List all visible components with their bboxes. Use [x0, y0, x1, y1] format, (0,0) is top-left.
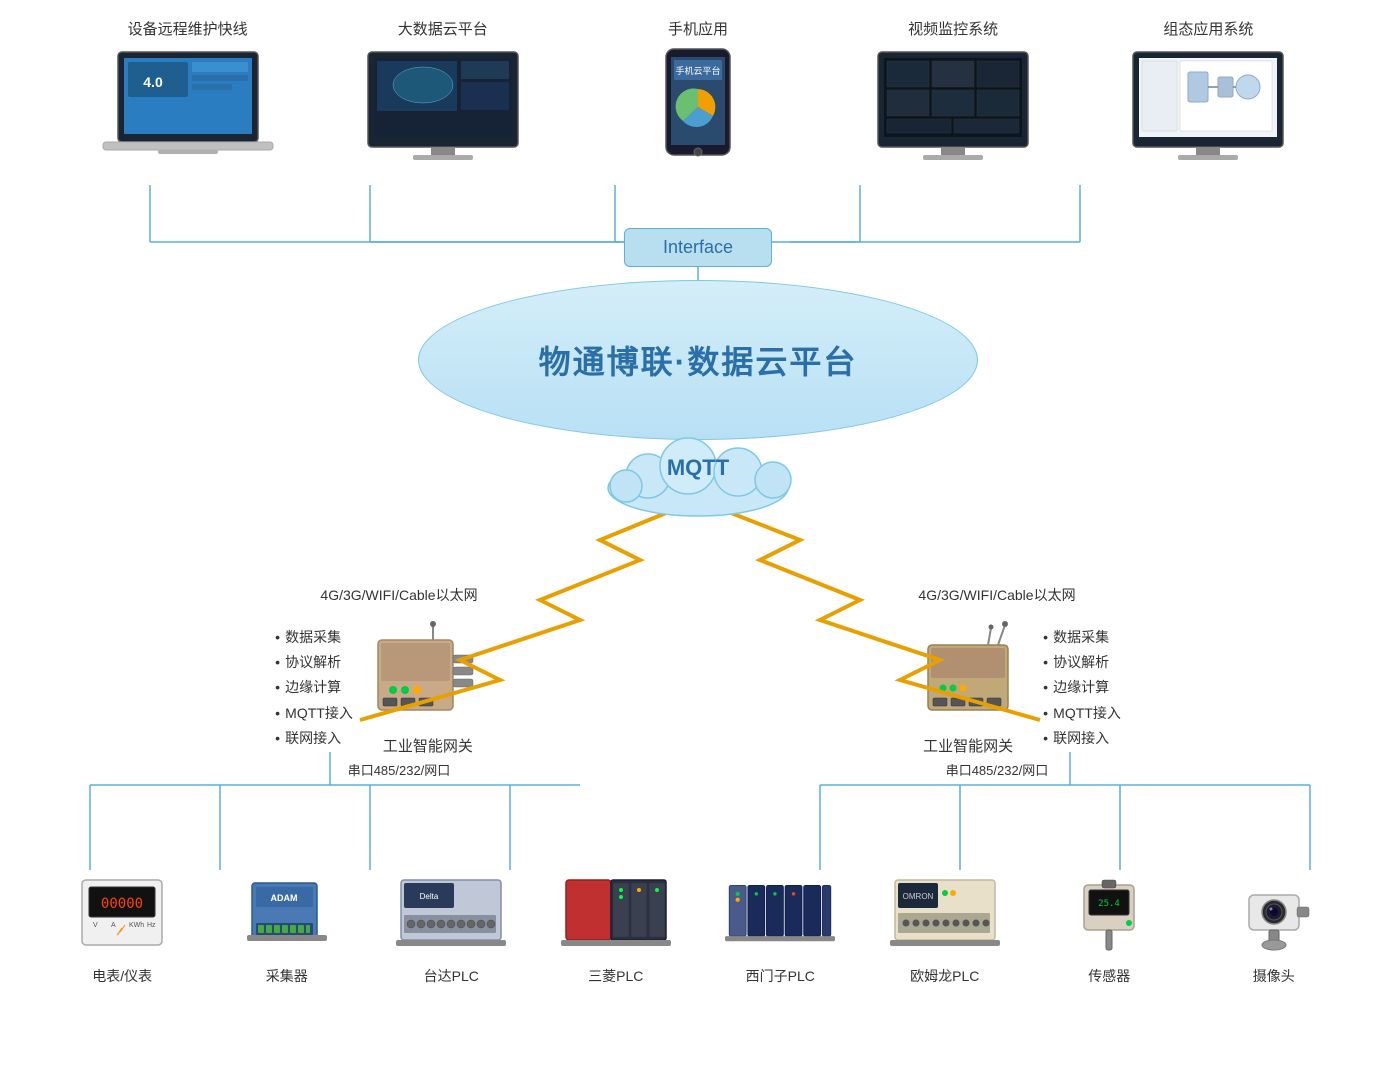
gateways-row: 数据采集 协议解析 边缘计算 MQTT接入 联网接入	[0, 620, 1396, 756]
mitsubishi-plc-label: 三菱PLC	[588, 966, 643, 986]
camera-image	[1219, 870, 1329, 960]
device-plc-omron: OMRON	[890, 870, 1000, 986]
mqtt-label: MQTT	[667, 455, 729, 481]
gateway-features-right: 数据采集 协议解析 边缘计算 MQTT接入 联网接入	[1043, 625, 1121, 751]
network-label-right: 4G/3G/WIFI/Cable以太网	[918, 585, 1075, 605]
meter-image: 00000 V A KWh Hz	[67, 870, 177, 960]
gateway-label-left: 工业智能网关	[383, 735, 473, 756]
feature-item: 数据采集	[1043, 625, 1121, 650]
device-laptop: 设备远程维护快线 4.0	[88, 18, 288, 167]
feature-item: 联网接入	[1043, 726, 1121, 751]
gateway-image-right	[913, 620, 1023, 730]
delta-plc-label: 台达PLC	[424, 966, 479, 986]
omron-plc-image: OMRON	[890, 870, 1000, 960]
video-image	[863, 47, 1043, 167]
siemens-plc-label: 西门子PLC	[746, 966, 815, 986]
feature-item: 边缘计算	[275, 675, 353, 700]
cloud-platform: 物通博联·数据云平台	[418, 280, 978, 440]
gateway-section-left: 数据采集 协议解析 边缘计算 MQTT接入 联网接入	[275, 620, 483, 756]
svg-text:手机云平台: 手机云平台	[675, 65, 720, 76]
feature-item: MQTT接入	[1043, 701, 1121, 726]
video-label: 视频监控系统	[908, 18, 998, 39]
bigdata-label: 大数据云平台	[398, 18, 488, 39]
sensor-label: 传感器	[1088, 966, 1130, 986]
phone-label: 手机应用	[668, 18, 728, 39]
svg-text:25.4: 25.4	[1098, 899, 1120, 909]
svg-text:4.0: 4.0	[143, 74, 163, 90]
sensor-image: 25.4	[1054, 870, 1164, 960]
interface-label: Interface	[663, 237, 733, 257]
svg-text:OMRON: OMRON	[902, 892, 933, 901]
cloud-platform-text: 物通博联·数据云平台	[539, 337, 858, 383]
device-meter: 00000 V A KWh Hz 电表/仪表	[67, 870, 177, 986]
device-plc-delta: Delta 台达PLC	[396, 870, 506, 986]
scada-label: 组态应用系统	[1163, 18, 1253, 39]
bottom-devices-row: 00000 V A KWh Hz 电表/仪表 ADAM	[0, 870, 1396, 986]
svg-text:A: A	[111, 922, 116, 929]
feature-item: 数据采集	[275, 625, 353, 650]
mitsubishi-plc-image	[561, 870, 671, 960]
device-sensor: 25.4 传感器	[1054, 870, 1164, 986]
delta-plc-image: Delta	[396, 870, 506, 960]
device-video: 视频监控系统	[853, 18, 1053, 167]
svg-text:Hz: Hz	[147, 922, 156, 929]
svg-text:V: V	[93, 922, 98, 929]
adam-label: 采集器	[266, 966, 308, 986]
device-phone: 手机应用 手机云平台	[598, 18, 798, 167]
network-labels: 4G/3G/WIFI/Cable以太网 4G/3G/WIFI/Cable以太网	[0, 585, 1396, 605]
top-devices-row: 设备远程维护快线 4.0 大数	[0, 0, 1396, 167]
device-scada: 组态应用系统	[1108, 18, 1308, 167]
svg-text:Delta: Delta	[420, 892, 439, 901]
gateway-block-left: 工业智能网关	[373, 620, 483, 756]
device-camera: 摄像头	[1219, 870, 1329, 986]
feature-item: 边缘计算	[1043, 675, 1121, 700]
gateway-label-right: 工业智能网关	[923, 735, 1013, 756]
serial-label-left: 串口485/232/网口	[348, 760, 451, 779]
device-plc-mitsubishi: 三菱PLC	[561, 870, 671, 986]
gateway-block-right: 工业智能网关	[913, 620, 1023, 756]
feature-item: 协议解析	[275, 650, 353, 675]
device-plc-siemens: 西门子PLC	[725, 870, 835, 986]
gateway-features-left: 数据采集 协议解析 边缘计算 MQTT接入 联网接入	[275, 625, 353, 751]
camera-label: 摄像头	[1253, 966, 1295, 986]
meter-label: 电表/仪表	[92, 966, 152, 986]
bigdata-image	[353, 47, 533, 167]
mqtt-cloud-shape: MQTT	[578, 418, 818, 518]
laptop-image: 4.0	[98, 47, 278, 167]
serial-labels: 串口485/232/网口 串口485/232/网口	[0, 760, 1396, 779]
scada-image	[1118, 47, 1298, 167]
device-adam: ADAM 采集器	[232, 870, 342, 986]
gateway-image-left	[373, 620, 483, 730]
device-bigdata: 大数据云平台	[343, 18, 543, 167]
omron-plc-label: 欧姆龙PLC	[910, 966, 979, 986]
gateway-section-right: 工业智能网关 数据采集 协议解析 边缘计算 MQTT接入 联网接入	[913, 620, 1121, 756]
serial-label-right: 串口485/232/网口	[946, 760, 1049, 779]
adam-image: ADAM	[232, 870, 342, 960]
svg-text:KWh: KWh	[129, 922, 144, 929]
phone-image: 手机云平台	[608, 47, 788, 167]
feature-item: 联网接入	[275, 726, 353, 751]
network-label-left: 4G/3G/WIFI/Cable以太网	[320, 585, 477, 605]
svg-text:ADAM: ADAM	[270, 893, 297, 903]
feature-item: MQTT接入	[275, 701, 353, 726]
siemens-plc-image	[725, 870, 835, 960]
svg-text:00000: 00000	[101, 896, 143, 912]
interface-box: Interface	[624, 228, 772, 267]
feature-item: 协议解析	[1043, 650, 1121, 675]
main-container: 设备远程维护快线 4.0 大数	[0, 0, 1396, 1073]
laptop-label: 设备远程维护快线	[128, 18, 248, 39]
